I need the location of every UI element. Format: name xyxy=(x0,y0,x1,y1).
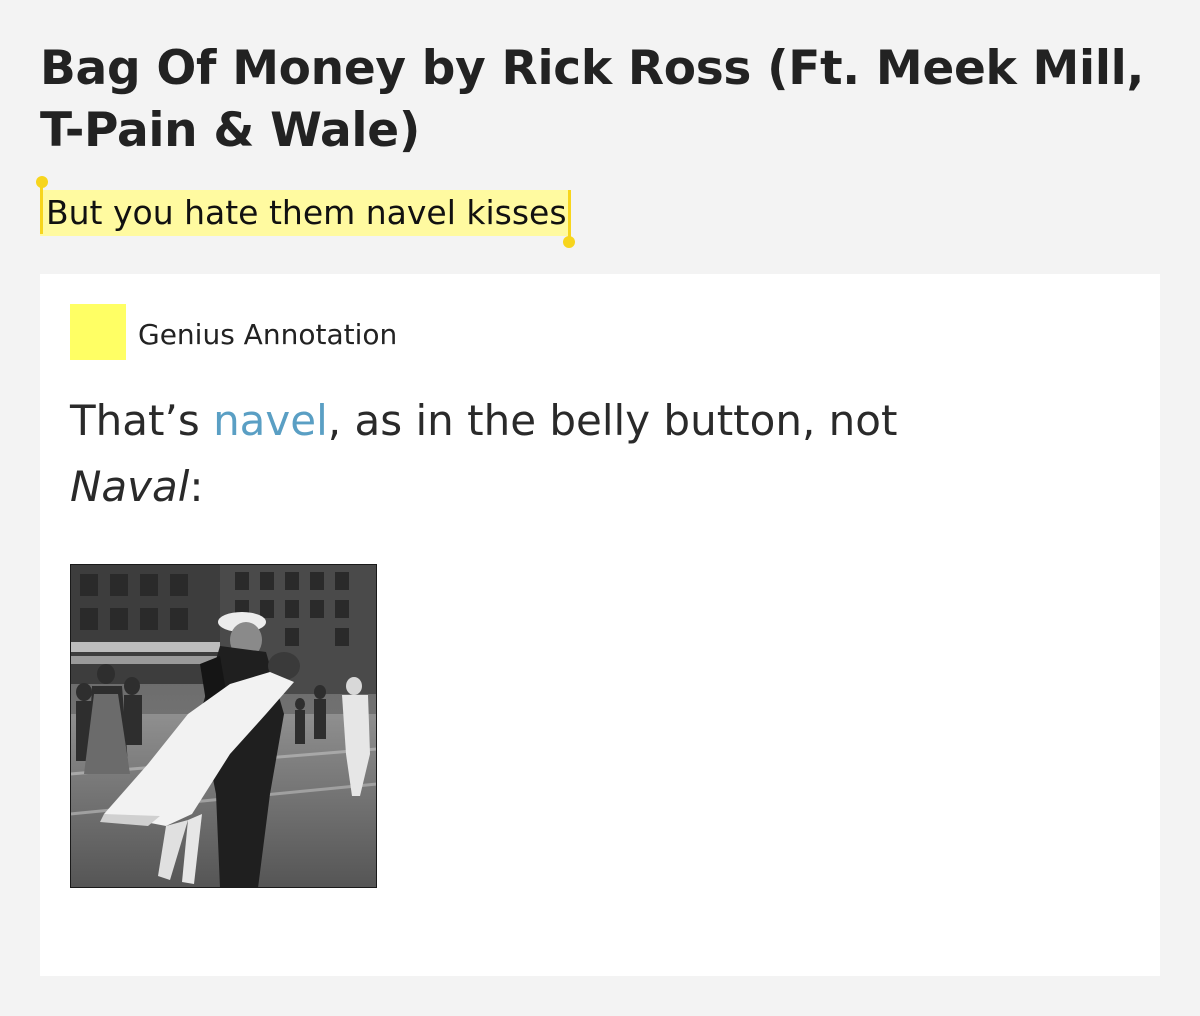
selection-end-handle[interactable] xyxy=(567,190,571,242)
selection-start-knob[interactable] xyxy=(35,176,48,188)
selection-end-knob[interactable] xyxy=(563,236,576,248)
navel-link[interactable]: navel xyxy=(213,396,328,445)
annotation-card: Genius Annotation That’s navel, as in th… xyxy=(40,274,1160,976)
annotation-label: Genius Annotation xyxy=(138,318,398,351)
song-title: Bag Of Money by Rick Ross (Ft. Meek Mill… xyxy=(40,41,1144,158)
annotation-text-middle: , as in the belly button, not xyxy=(327,396,898,445)
lyric-highlight[interactable]: But you hate them navel kisses xyxy=(35,176,576,248)
annotation-text-start: That’s xyxy=(70,396,214,445)
lyric-text[interactable]: But you hate them navel kisses xyxy=(40,190,571,236)
genius-badge-icon xyxy=(70,304,126,360)
annotation-text-end: : xyxy=(189,462,204,511)
naval-italic: Naval xyxy=(70,462,190,511)
photo-image xyxy=(70,564,377,888)
selection-start-handle[interactable] xyxy=(40,184,43,234)
annotation-photo[interactable] xyxy=(70,564,377,888)
annotation-body: That’s navel, as in the belly button, no… xyxy=(70,388,1030,520)
